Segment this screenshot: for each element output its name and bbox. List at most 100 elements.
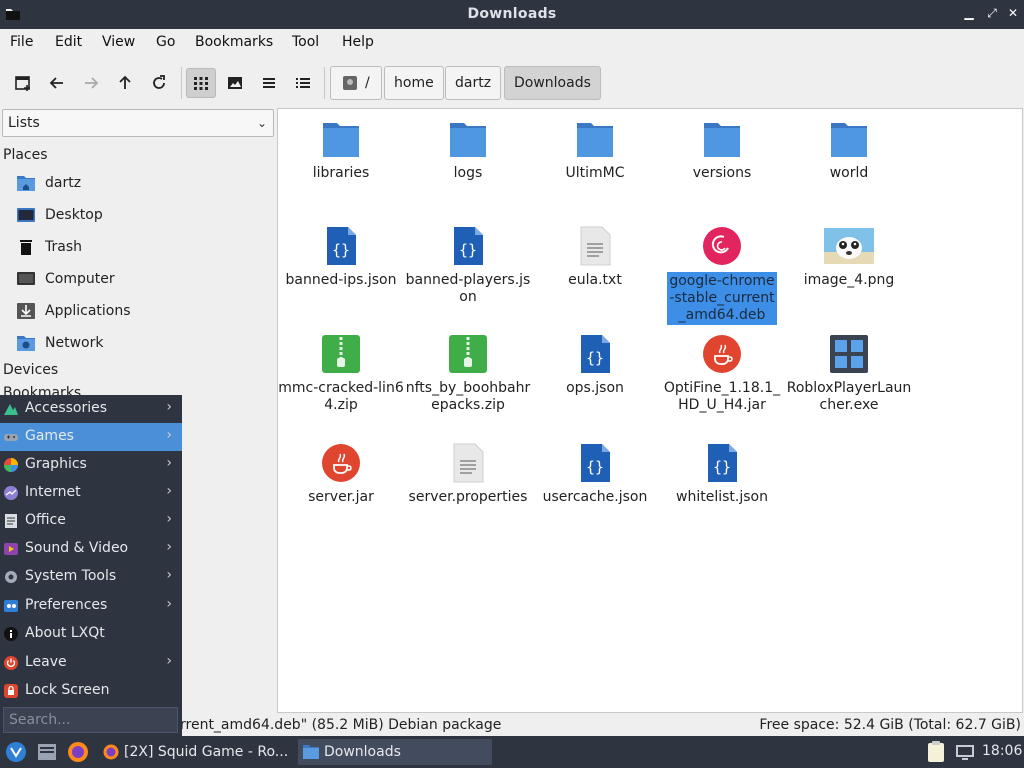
breadcrumb-root[interactable]: / bbox=[330, 66, 382, 100]
maximize-button[interactable]: ⤢ bbox=[985, 6, 999, 20]
compact-view-button[interactable] bbox=[254, 68, 284, 98]
application-menu: Accessories › Games › Graphics › Interne… bbox=[0, 395, 182, 736]
toolbar-separator bbox=[324, 67, 325, 99]
menu-item-system-tools[interactable]: System Tools › bbox=[0, 563, 182, 591]
file-name: server.properties bbox=[408, 489, 528, 505]
menu-item-label: Accessories bbox=[25, 400, 108, 416]
reload-icon bbox=[153, 75, 165, 89]
breadcrumb-downloads[interactable]: Downloads bbox=[504, 66, 601, 100]
chevron-down-icon: ⌄ bbox=[256, 116, 267, 130]
chevron-right-icon: › bbox=[166, 511, 172, 527]
accessories-icon bbox=[4, 404, 18, 415]
file-name: nfts_by_boohbahrepacks.zip bbox=[405, 380, 531, 413]
minimize-button[interactable]: ▁ bbox=[962, 6, 976, 20]
multimedia-icon bbox=[4, 543, 18, 555]
task-label: [2X] Squid Game - Ro... bbox=[124, 744, 288, 760]
file-view[interactable]: libraries logs UltimMC versions world {}… bbox=[277, 108, 1023, 713]
menu-tool[interactable]: Tool bbox=[292, 34, 319, 50]
lxqt-menu-icon[interactable] bbox=[4, 740, 28, 764]
thumbnail-view-button[interactable] bbox=[220, 68, 250, 98]
icon-view-button[interactable] bbox=[186, 68, 216, 98]
menu-edit[interactable]: Edit bbox=[55, 34, 82, 50]
json-file-icon: {} bbox=[708, 444, 737, 482]
internet-globe-icon bbox=[4, 486, 18, 500]
clipboard-icon[interactable] bbox=[926, 740, 946, 764]
svg-text:{}: {} bbox=[586, 458, 604, 476]
folder-icon bbox=[303, 745, 319, 759]
menu-item-label: System Tools bbox=[25, 568, 117, 584]
file-name: banned-players.json bbox=[405, 272, 531, 305]
file-name: image_4.png bbox=[803, 272, 895, 288]
svg-text:{}: {} bbox=[713, 458, 731, 476]
places-heading: Places bbox=[3, 147, 48, 163]
menu-bookmarks[interactable]: Bookmarks bbox=[195, 34, 273, 50]
sidebar-item-trash[interactable]: Trash bbox=[16, 234, 266, 262]
debian-package-icon bbox=[703, 227, 741, 265]
toolbar-separator bbox=[181, 67, 182, 99]
up-button[interactable] bbox=[110, 68, 140, 98]
firefox-icon bbox=[103, 744, 119, 760]
sidebar-item-home[interactable]: dartz bbox=[16, 170, 266, 198]
file-name: usercache.json bbox=[542, 489, 648, 505]
new-tab-icon bbox=[15, 76, 30, 91]
menu-item-lock-screen[interactable]: Lock Screen bbox=[0, 677, 182, 705]
sidebar-item-label: Applications bbox=[45, 303, 131, 319]
file-manager-icon[interactable] bbox=[36, 740, 58, 764]
menu-go[interactable]: Go bbox=[156, 34, 175, 50]
menu-item-graphics[interactable]: Graphics › bbox=[0, 451, 182, 479]
menu-item-accessories[interactable]: Accessories › bbox=[0, 395, 182, 423]
text-file-icon bbox=[453, 443, 484, 483]
menu-item-games[interactable]: Games › bbox=[0, 423, 182, 451]
drive-icon bbox=[343, 76, 357, 90]
detailed-view-button[interactable] bbox=[288, 68, 318, 98]
chevron-right-icon: › bbox=[166, 596, 172, 612]
file-name: ops.json bbox=[566, 380, 624, 396]
menu-file[interactable]: File bbox=[10, 34, 33, 50]
file-name: UltimMC bbox=[565, 165, 625, 181]
menu-item-label: Sound & Video bbox=[25, 540, 129, 556]
menu-item-internet[interactable]: Internet › bbox=[0, 479, 182, 507]
window-title: Downloads bbox=[467, 6, 557, 22]
file-name: RobloxPlayerLauncher.exe bbox=[786, 380, 912, 413]
sidebar-item-desktop[interactable]: Desktop bbox=[16, 202, 266, 230]
chevron-right-icon: › bbox=[166, 399, 172, 415]
list-icon bbox=[263, 78, 275, 88]
menu-item-leave[interactable]: Leave › bbox=[0, 649, 182, 677]
taskbar-task-firefox[interactable]: [2X] Squid Game - Ro... bbox=[98, 739, 288, 765]
toolbar: / home dartz Downloads bbox=[0, 57, 1024, 107]
reload-button[interactable] bbox=[144, 68, 174, 98]
menu-search-input[interactable]: Search... bbox=[3, 707, 178, 733]
arrow-right-icon bbox=[85, 77, 99, 89]
back-button[interactable] bbox=[42, 68, 72, 98]
menu-item-office[interactable]: Office › bbox=[0, 507, 182, 535]
breadcrumb-home[interactable]: home bbox=[384, 66, 444, 100]
sidebar-item-applications[interactable]: Applications bbox=[16, 298, 266, 326]
side-pane-mode-select[interactable]: Lists ⌄ bbox=[2, 109, 274, 137]
computer-icon bbox=[17, 272, 35, 285]
new-tab-button[interactable] bbox=[8, 68, 38, 98]
status-selection-info: rrent_amd64.deb" (85.2 MiB) Debian packa… bbox=[180, 717, 502, 733]
sidebar-item-label: Desktop bbox=[45, 207, 103, 223]
java-jar-icon bbox=[322, 444, 360, 482]
file-name: banned-ips.json bbox=[285, 272, 397, 288]
clock[interactable]: 18:06 bbox=[982, 743, 1022, 759]
graphics-icon bbox=[4, 458, 18, 472]
forward-button[interactable] bbox=[76, 68, 106, 98]
exe-file-icon bbox=[830, 335, 868, 373]
menu-item-label: About LXQt bbox=[25, 625, 105, 641]
menu-view[interactable]: View bbox=[102, 34, 135, 50]
network-status-icon[interactable] bbox=[954, 740, 976, 764]
chevron-right-icon: › bbox=[166, 427, 172, 443]
firefox-icon[interactable] bbox=[66, 740, 90, 764]
close-button[interactable]: ✕ bbox=[1006, 6, 1020, 20]
menu-item-sound-video[interactable]: Sound & Video › bbox=[0, 535, 182, 563]
file-name: OptiFine_1.18.1_HD_U_H4.jar bbox=[663, 380, 781, 413]
menu-help[interactable]: Help bbox=[342, 34, 374, 50]
menu-item-preferences[interactable]: Preferences › bbox=[0, 592, 182, 620]
breadcrumb-dartz[interactable]: dartz bbox=[445, 66, 502, 100]
sidebar-item-network[interactable]: Network bbox=[16, 330, 266, 358]
svg-text:{}: {} bbox=[586, 349, 604, 367]
taskbar-task-downloads[interactable]: Downloads bbox=[298, 739, 492, 765]
sidebar-item-computer[interactable]: Computer bbox=[16, 266, 266, 294]
menu-item-about-lxqt[interactable]: About LXQt bbox=[0, 620, 182, 648]
